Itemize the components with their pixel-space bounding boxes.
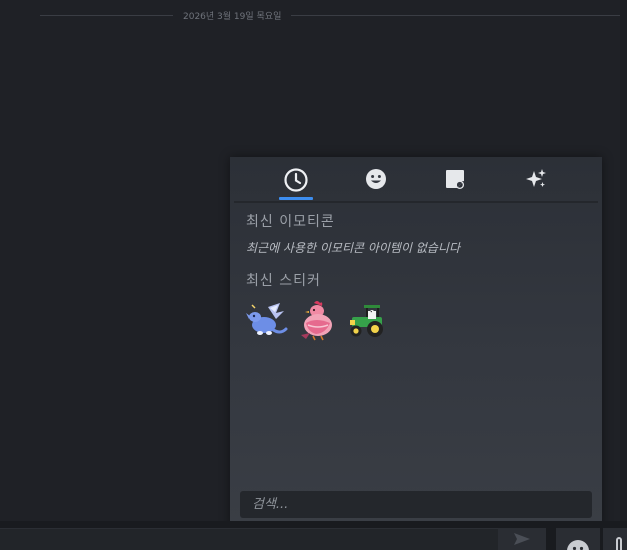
recent-emoticons-title: 최신 이모티콘 [246,214,335,230]
clock-icon [284,168,308,192]
green-tractor-sticker-icon [350,305,383,337]
emoticon-search-input[interactable] [240,491,592,518]
tab-emoji[interactable] [360,166,392,203]
sticker-item[interactable] [296,299,338,341]
recent-emoticons-empty-message: 최근에 사용한 이모티콘 아이템이 없습니다 [246,241,460,255]
sticker-item[interactable] [246,299,288,341]
smiley-icon [567,540,589,550]
divider-line-left [40,14,173,16]
send-button[interactable] [498,528,546,550]
sticker-item[interactable] [346,299,388,341]
date-divider: 2026년 3월 19일 목요일 [40,6,620,24]
emoticon-tabs [230,157,602,203]
recent-stickers-list [246,299,388,341]
emoticon-popup: 최신 이모티콘 최근에 사용한 이모티콘 아이템이 없습니다 최신 스티커 [230,157,602,528]
emoji-button[interactable] [556,528,600,550]
divider-line-right [291,14,620,16]
smiley-icon [366,169,386,189]
active-tab-indicator [279,197,313,200]
date-divider-text: 2026년 3월 19일 목요일 [183,11,282,22]
blue-dragon-sticker-icon [246,303,288,335]
chat-window: 2026년 3월 19일 목요일 최신 이모티콘 최근에 사용한 이모티콘 아이… [0,0,627,550]
send-icon [514,533,530,545]
sparkles-icon [526,169,546,187]
attach-button[interactable] [603,528,627,550]
tab-effects[interactable] [520,166,552,203]
clip-icon [616,537,622,550]
scroll-gutter [620,0,627,521]
tab-stickers[interactable] [439,166,471,203]
tabs-divider [234,201,598,203]
sticker-icon [446,170,465,190]
message-input[interactable] [0,528,545,550]
pink-chicken-sticker-icon [301,301,332,341]
recent-stickers-title: 최신 스티커 [246,273,321,289]
